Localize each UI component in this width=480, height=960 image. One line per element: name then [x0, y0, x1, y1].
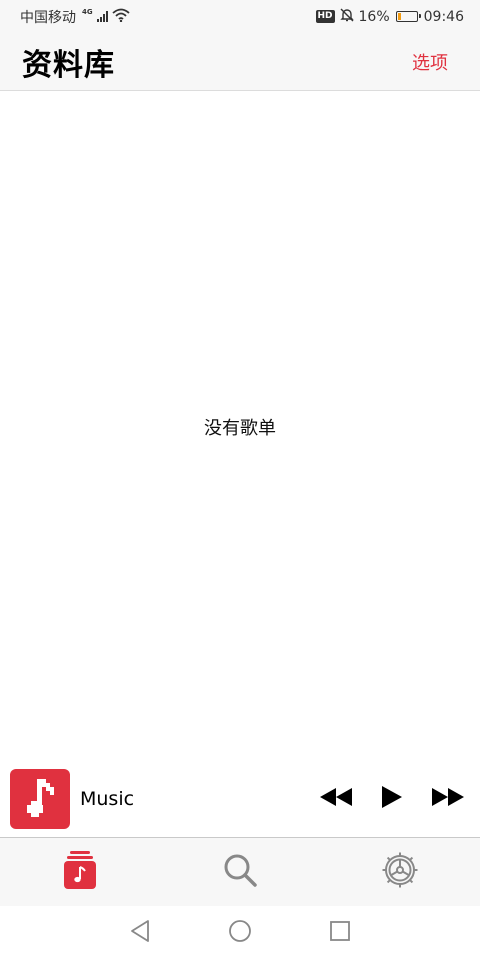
hd-badge: HD [315, 10, 335, 23]
music-note-icon [23, 775, 57, 823]
empty-state-message: 没有歌单 [204, 418, 276, 439]
tab-search[interactable] [160, 838, 320, 906]
play-icon [381, 785, 403, 813]
mute-bell-icon [339, 7, 355, 27]
nav-home-button[interactable] [225, 918, 255, 948]
clock: 09:46 [423, 8, 464, 25]
fast-forward-button[interactable] [428, 779, 468, 819]
playback-controls [316, 779, 468, 819]
library-icon [64, 851, 96, 893]
home-icon [228, 919, 252, 947]
options-button[interactable]: 选项 [412, 49, 448, 75]
mini-player[interactable]: Music [0, 761, 480, 838]
album-artwork[interactable] [10, 769, 70, 829]
signal-icon [96, 11, 108, 22]
status-right: HD 16% 09:46 [315, 7, 464, 27]
battery-percent: 16% [358, 8, 390, 25]
network-type: 4G [82, 7, 93, 16]
library-content: 没有歌单 [0, 91, 480, 761]
tab-library[interactable] [0, 838, 160, 906]
back-icon [129, 919, 151, 947]
tab-settings[interactable] [320, 838, 480, 906]
status-bar: 中国移动 4G HD 16% 09:46 [0, 0, 480, 33]
page-title: 资料库 [22, 47, 115, 83]
track-title[interactable]: Music [80, 788, 316, 810]
nav-back-button[interactable] [125, 918, 155, 948]
wifi-icon [112, 8, 130, 26]
system-nav-bar [0, 906, 480, 960]
battery-icon [395, 11, 421, 22]
nav-recents-button[interactable] [325, 918, 355, 948]
rewind-icon [319, 787, 353, 811]
search-icon [223, 853, 257, 891]
fast-forward-icon [431, 787, 465, 811]
play-button[interactable] [372, 779, 412, 819]
settings-icon [381, 851, 419, 893]
rewind-button[interactable] [316, 779, 356, 819]
carrier-name: 中国移动 [20, 9, 76, 26]
recents-icon [329, 920, 351, 946]
tab-bar [0, 838, 480, 906]
battery-level [397, 13, 401, 20]
status-left: 中国移动 4G [20, 7, 130, 27]
app-header: 资料库 选项 [0, 33, 480, 91]
